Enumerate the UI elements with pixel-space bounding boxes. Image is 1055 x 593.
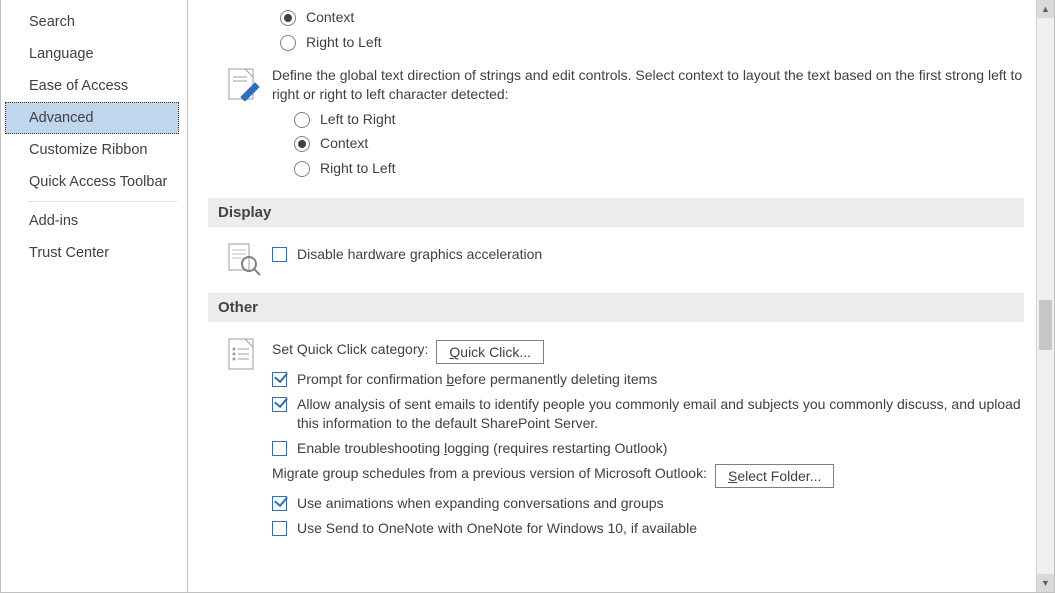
text-direction-description: Define the global text direction of stri… [272,66,1024,104]
other-block: Set Quick Click category: Quick Click...… [224,334,1024,543]
quick-click-button[interactable]: Quick Click... [436,340,544,364]
quick-click-label: Set Quick Click category: [272,340,428,359]
options-sidebar: Search Language Ease of Access Advanced … [1,0,188,592]
radio-label: Right to Left [306,33,382,52]
radio-label: Right to Left [320,159,396,178]
display-icon [224,239,264,279]
checkbox-icon [272,521,287,536]
sidebar-item-language[interactable]: Language [1,38,183,70]
vertical-scrollbar[interactable]: ▲ ▼ [1036,0,1054,592]
checkbox-allow-analysis[interactable]: Allow analysis of sent emails to identif… [272,395,1024,433]
sidebar-item-add-ins[interactable]: Add-ins [1,205,183,237]
radio-context-1[interactable]: Context [280,8,1024,27]
checkbox-label: Enable troubleshooting logging (requires… [297,439,667,458]
checkbox-label: Use animations when expanding conversati… [297,494,664,513]
radio-icon [294,161,310,177]
checkbox-icon [272,441,287,456]
checkbox-prompt-confirm-delete[interactable]: Prompt for confirmation before permanent… [272,370,1024,389]
checkbox-icon [272,247,287,262]
sidebar-item-customize-ribbon[interactable]: Customize Ribbon [1,134,183,166]
checkbox-use-onenote[interactable]: Use Send to OneNote with OneNote for Win… [272,519,1024,538]
sidebar-item-search[interactable]: Search [1,6,183,38]
radio-icon [294,136,310,152]
scroll-up-button[interactable]: ▲ [1037,0,1054,18]
sidebar-separator [27,201,177,202]
section-header-other: Other [208,293,1024,322]
sidebar-item-quick-access-toolbar[interactable]: Quick Access Toolbar [1,166,183,198]
checkbox-icon [272,397,287,412]
checkbox-label: Disable hardware graphics acceleration [297,245,542,264]
checkbox-use-animations[interactable]: Use animations when expanding conversati… [272,494,1024,513]
scroll-down-button[interactable]: ▼ [1037,574,1054,592]
radio-label: Context [306,8,354,27]
section-header-display: Display [208,198,1024,227]
migrate-row: Migrate group schedules from a previous … [272,464,1024,488]
checkbox-label: Allow analysis of sent emails to identif… [297,395,1024,433]
radio-label: Context [320,134,368,153]
sidebar-item-trust-center[interactable]: Trust Center [1,237,183,269]
edit-direction-icon [224,64,264,104]
options-panel-advanced: Context Right to Left [188,0,1036,592]
radio-icon [280,35,296,51]
radio-icon [294,112,310,128]
checkbox-icon [272,372,287,387]
checkbox-label: Prompt for confirmation before permanent… [297,370,657,389]
radio-rtl-2[interactable]: Right to Left [294,159,1024,178]
checkbox-label: Use Send to OneNote with OneNote for Win… [297,519,697,538]
radio-rtl-1[interactable]: Right to Left [280,33,1024,52]
radio-context-2[interactable]: Context [294,134,1024,153]
quick-click-row: Set Quick Click category: Quick Click... [272,340,1024,364]
migrate-label: Migrate group schedules from a previous … [272,464,707,483]
checkbox-icon [272,496,287,511]
checkbox-disable-hw-accel[interactable]: Disable hardware graphics acceleration [272,245,1024,264]
select-folder-button[interactable]: Select Folder... [715,464,834,488]
text-direction-block: Define the global text direction of stri… [224,64,1024,184]
display-block: Disable hardware graphics acceleration [224,239,1024,279]
radio-label: Left to Right [320,110,396,129]
checkbox-enable-logging[interactable]: Enable troubleshooting logging (requires… [272,439,1024,458]
sidebar-item-advanced[interactable]: Advanced [5,102,179,134]
radio-icon [280,10,296,26]
other-icon [224,334,264,374]
scroll-thumb[interactable] [1039,300,1052,350]
radio-ltr[interactable]: Left to Right [294,110,1024,129]
sidebar-item-ease-of-access[interactable]: Ease of Access [1,70,183,102]
